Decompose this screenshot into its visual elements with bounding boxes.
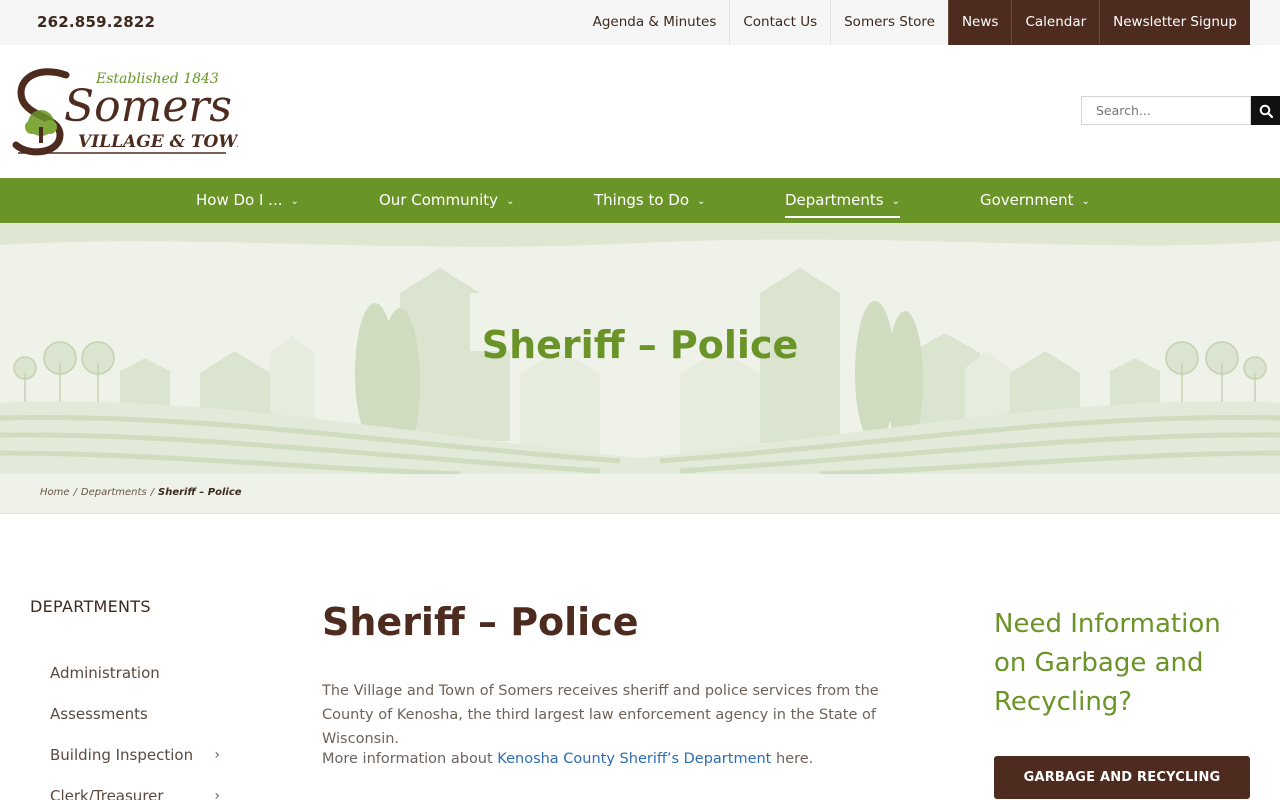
active-nav-underline (785, 216, 900, 218)
chevron-right-icon[interactable]: › (214, 747, 220, 763)
sidebar-menu: Administration Assessments Building Insp… (50, 652, 225, 800)
site-logo[interactable]: Established 1843 Somers VILLAGE & TOWN (8, 65, 254, 160)
search-form (1081, 96, 1280, 125)
more-info-text-end: here. (771, 751, 814, 767)
nav-things-to-do[interactable]: Things to Do ⌄ (594, 178, 705, 223)
site-header: Established 1843 Somers VILLAGE & TOWN (0, 45, 1280, 178)
top-link-news[interactable]: News (947, 0, 1012, 45)
sidebar-item-label: Assessments (50, 704, 148, 723)
nav-label: Things to Do (594, 191, 690, 209)
hero-title: Sheriff – Police (481, 323, 799, 367)
sidebar-item-administration[interactable]: Administration (50, 652, 225, 693)
garbage-recycling-button[interactable]: GARBAGE AND RECYCLING (994, 756, 1250, 799)
breadcrumb-current: Sheriff – Police (158, 487, 242, 498)
garbage-widget-title: Need Information on Garbage and Recyclin… (994, 609, 1221, 717)
nav-government[interactable]: Government ⌄ (980, 178, 1090, 223)
nav-label: Our Community (379, 191, 499, 209)
chevron-down-icon: ⌄ (697, 196, 706, 207)
breadcrumb-separator: / (73, 487, 77, 498)
nav-label: Departments (785, 191, 884, 209)
nav-our-community[interactable]: Our Community ⌄ (379, 178, 514, 223)
breadcrumb-bar: Home / Departments / Sheriff – Police (0, 474, 1280, 514)
logo-tagline-text: VILLAGE & TOWN (78, 132, 238, 152)
logo-graphic: Established 1843 Somers VILLAGE & TOWN (12, 68, 254, 156)
more-info-paragraph: More information about Kenosha County Sh… (322, 747, 922, 771)
search-button[interactable] (1251, 96, 1280, 125)
chevron-right-icon[interactable]: › (214, 788, 220, 800)
page-hero-banner: Sheriff – Police (0, 223, 1280, 474)
top-link-agenda-minutes[interactable]: Agenda & Minutes (580, 0, 730, 45)
breadcrumb-departments[interactable]: Departments (81, 487, 147, 498)
breadcrumb: Home / Departments / Sheriff – Police (40, 487, 242, 498)
intro-paragraph: The Village and Town of Somers receives … (322, 683, 879, 747)
nav-departments[interactable]: Departments ⌄ (785, 178, 900, 223)
search-input[interactable] (1081, 96, 1251, 125)
top-link-newsletter-signup[interactable]: Newsletter Signup (1099, 0, 1250, 45)
sidebar-item-assessments[interactable]: Assessments (50, 693, 225, 734)
sidebar-title: DEPARTMENTS (30, 597, 151, 616)
sidebar-item-clerk-treasurer[interactable]: Clerk/Treasurer › (50, 775, 225, 800)
sidebar-item-label: Building Inspection (50, 745, 194, 764)
top-links: Agenda & Minutes Contact Us Somers Store… (580, 0, 1250, 45)
main-navigation: How Do I ... ⌄ Our Community ⌄ Things to D… (0, 178, 1280, 223)
phone-number[interactable]: 262.859.2822 (37, 13, 155, 31)
chevron-down-icon: ⌄ (506, 196, 515, 207)
nav-label: Government (980, 191, 1074, 209)
top-link-contact-us[interactable]: Contact Us (729, 0, 830, 45)
logo-name-text: Somers (64, 81, 232, 132)
more-info-text: More information about (322, 751, 498, 767)
sheriff-department-link[interactable]: Kenosha County Sheriff’s Department (497, 751, 771, 767)
breadcrumb-separator: / (150, 487, 155, 498)
sidebar-item-label: Clerk/Treasurer (50, 786, 164, 800)
top-link-somers-store[interactable]: Somers Store (830, 0, 948, 45)
chevron-down-icon: ⌄ (1081, 196, 1090, 207)
top-link-calendar[interactable]: Calendar (1011, 0, 1100, 45)
sidebar-item-building-inspection[interactable]: Building Inspection › (50, 734, 225, 775)
search-icon (1259, 104, 1273, 118)
chevron-down-icon: ⌄ (290, 196, 299, 207)
nav-label: How Do I ... (196, 191, 283, 209)
nav-how-do-i[interactable]: How Do I ... ⌄ (196, 178, 299, 223)
top-utility-bar: 262.859.2822 Agenda & Minutes Contact Us… (0, 0, 1280, 45)
sidebar-item-label: Administration (50, 663, 160, 682)
breadcrumb-home[interactable]: Home (40, 487, 70, 498)
page-title: Sheriff – Police (322, 600, 639, 644)
